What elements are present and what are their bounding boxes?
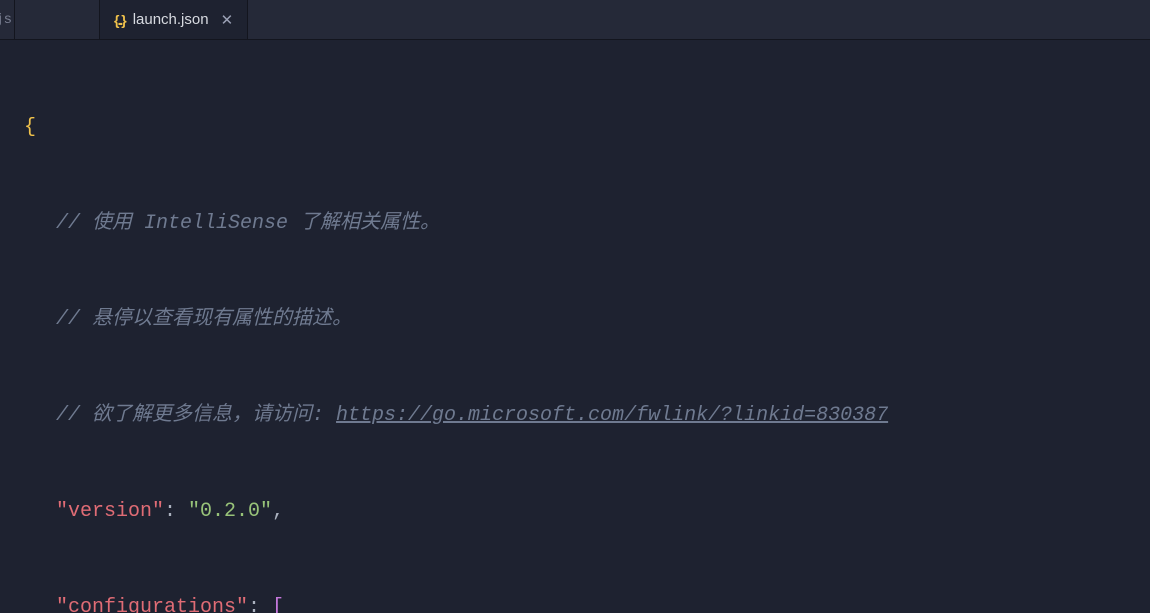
json-key: "configurations" <box>56 596 248 613</box>
code-comment: // 欲了解更多信息，请访问: <box>56 404 336 427</box>
code-comment: // 使用 IntelliSense 了解相关属性。 <box>56 212 440 235</box>
tab-spacer <box>15 0 100 39</box>
doc-link[interactable]: https://go.microsoft.com/fwlink/?linkid=… <box>336 404 888 427</box>
json-string: "0.2.0" <box>188 500 272 523</box>
tab-previous-peek[interactable]: .js <box>0 0 15 39</box>
tab-filename: launch.json <box>133 11 209 28</box>
code-editor[interactable]: { // 使用 IntelliSense 了解相关属性。 // 悬停以查看现有属… <box>0 40 1150 613</box>
brace-open: { <box>24 116 36 139</box>
json-key: "version" <box>56 500 164 523</box>
json-file-icon: {..} <box>114 12 125 28</box>
editor-tab-bar: .js {..} launch.json ✕ <box>0 0 1150 40</box>
close-icon[interactable]: ✕ <box>221 11 234 29</box>
code-comment: // 悬停以查看现有属性的描述。 <box>56 308 352 331</box>
tab-launch-json[interactable]: {..} launch.json ✕ <box>100 0 248 39</box>
